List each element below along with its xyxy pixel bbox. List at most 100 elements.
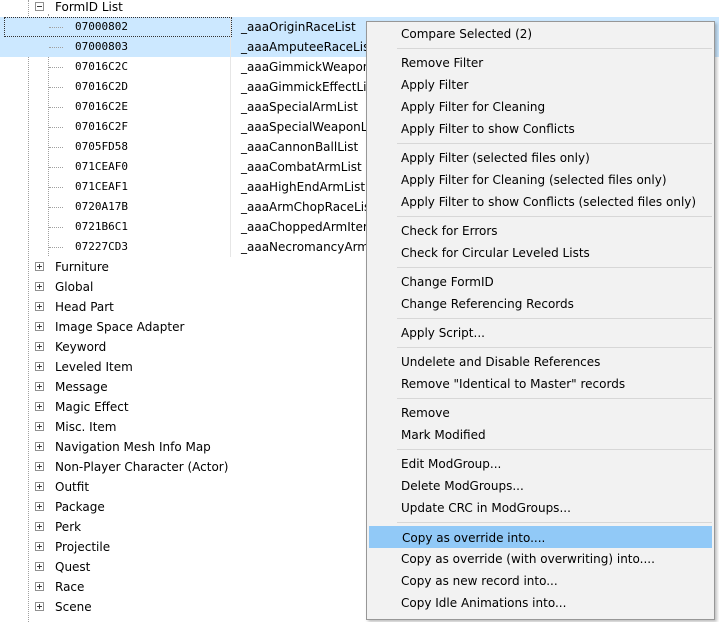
record-editor-id: _aaaGimmickWeaponLis bbox=[241, 60, 387, 74]
expand-icon[interactable] bbox=[35, 422, 44, 431]
tree-node-label: Keyword bbox=[55, 340, 107, 354]
menu-item[interactable]: Apply Filter (selected files only) bbox=[369, 147, 712, 169]
tree-node-label: Non-Player Character (Actor) bbox=[55, 460, 229, 474]
menu-item[interactable]: Update CRC in ModGroups... bbox=[369, 497, 712, 519]
menu-item[interactable]: Delete ModGroups... bbox=[369, 475, 712, 497]
menu-item-label: Apply Script... bbox=[401, 326, 485, 340]
tree-line bbox=[49, 27, 63, 28]
expand-icon[interactable] bbox=[35, 542, 44, 551]
menu-item[interactable]: Copy as override into.... bbox=[369, 526, 712, 548]
expand-icon[interactable] bbox=[35, 322, 44, 331]
menu-item-label: Remove bbox=[401, 406, 450, 420]
expand-icon[interactable] bbox=[35, 302, 44, 311]
column-divider bbox=[230, 97, 231, 117]
tree-node-label: Race bbox=[55, 580, 85, 594]
expand-icon[interactable] bbox=[35, 562, 44, 571]
menu-item[interactable]: Apply Filter bbox=[369, 74, 712, 96]
menu-item[interactable]: Mark Modified bbox=[369, 424, 712, 446]
collapse-icon[interactable] bbox=[35, 2, 44, 11]
expand-icon[interactable] bbox=[35, 362, 44, 371]
menu-item[interactable]: Apply Filter to show Conflicts (selected… bbox=[369, 191, 712, 213]
menu-item[interactable]: Remove Filter bbox=[369, 52, 712, 74]
menu-item-label: Compare Selected (2) bbox=[401, 27, 533, 41]
menu-separator bbox=[397, 347, 712, 348]
menu-item[interactable]: Copy as override (with overwriting) into… bbox=[369, 548, 712, 570]
menu-item[interactable]: Undelete and Disable References bbox=[369, 351, 712, 373]
expand-icon[interactable] bbox=[35, 462, 44, 471]
menu-item[interactable]: Apply Filter to show Conflicts bbox=[369, 118, 712, 140]
expand-icon[interactable] bbox=[35, 442, 44, 451]
expand-icon[interactable] bbox=[35, 522, 44, 531]
record-formid: 07016C2E bbox=[75, 100, 128, 113]
menu-item-label: Undelete and Disable References bbox=[401, 355, 601, 369]
column-divider bbox=[230, 37, 231, 57]
tree-node-label: Package bbox=[55, 500, 105, 514]
menu-item[interactable]: Remove bbox=[369, 402, 712, 424]
tree-node-label: Perk bbox=[55, 520, 82, 534]
column-divider bbox=[230, 77, 231, 97]
record-formid: 07016C2C bbox=[75, 60, 128, 73]
menu-item-label: Update CRC in ModGroups... bbox=[401, 501, 571, 515]
tree-node-formid-list[interactable]: FormID List bbox=[0, 0, 719, 17]
menu-item[interactable]: Change FormID bbox=[369, 271, 712, 293]
menu-item-label: Change Referencing Records bbox=[401, 297, 574, 311]
column-divider bbox=[230, 117, 231, 137]
menu-item-label: Apply Filter for Cleaning (selected file… bbox=[401, 173, 667, 187]
record-editor-id: _aaaChoppedArmItemL bbox=[241, 220, 382, 234]
menu-item[interactable]: Change Referencing Records bbox=[369, 293, 712, 315]
menu-item[interactable]: Edit ModGroup... bbox=[369, 453, 712, 475]
menu-item[interactable]: Copy Idle Animations into... bbox=[369, 592, 712, 614]
menu-item-label: Apply Filter for Cleaning bbox=[401, 100, 546, 114]
expand-icon[interactable] bbox=[35, 502, 44, 511]
menu-item[interactable]: Remove "Identical to Master" records bbox=[369, 373, 712, 395]
menu-item[interactable]: Apply Filter for Cleaning (selected file… bbox=[369, 169, 712, 191]
expand-icon[interactable] bbox=[35, 382, 44, 391]
expand-icon[interactable] bbox=[35, 582, 44, 591]
tree-line bbox=[49, 67, 63, 68]
menu-item[interactable]: Copy as new record into... bbox=[369, 570, 712, 592]
menu-item-label: Copy as override (with overwriting) into… bbox=[401, 552, 655, 566]
tree-line bbox=[49, 207, 63, 208]
record-editor-id: _aaaSpecialArmList bbox=[241, 100, 358, 114]
menu-item-label: Copy as override into.... bbox=[402, 531, 546, 545]
menu-item[interactable]: Check for Errors bbox=[369, 220, 712, 242]
record-editor-id: _aaaAmputeeRaceList bbox=[241, 40, 375, 54]
expand-icon[interactable] bbox=[35, 282, 44, 291]
expand-icon[interactable] bbox=[35, 402, 44, 411]
menu-item-label: Copy as new record into... bbox=[401, 574, 558, 588]
menu-item[interactable]: Check for Circular Leveled Lists bbox=[369, 242, 712, 264]
expand-icon[interactable] bbox=[35, 482, 44, 491]
record-editor-id: _aaaCombatArmList bbox=[241, 160, 362, 174]
tree-node-label: Leveled Item bbox=[55, 360, 133, 374]
column-divider bbox=[230, 57, 231, 77]
record-formid: 07227CD3 bbox=[75, 240, 128, 253]
tree-line bbox=[49, 227, 63, 228]
menu-item-label: Check for Circular Leveled Lists bbox=[401, 246, 590, 260]
menu-separator bbox=[397, 267, 712, 268]
menu-item-label: Mark Modified bbox=[401, 428, 486, 442]
menu-item-label: Remove Filter bbox=[401, 56, 484, 70]
menu-separator bbox=[397, 449, 712, 450]
expand-icon[interactable] bbox=[35, 262, 44, 271]
tree-line bbox=[49, 147, 63, 148]
menu-item[interactable]: Apply Filter for Cleaning bbox=[369, 96, 712, 118]
menu-separator bbox=[397, 522, 712, 523]
tree-line bbox=[49, 107, 63, 108]
record-formid: 0720A17B bbox=[75, 200, 128, 213]
expand-icon[interactable] bbox=[35, 342, 44, 351]
menu-item-label: Apply Filter to show Conflicts (selected… bbox=[401, 195, 697, 209]
menu-item[interactable]: Apply Script... bbox=[369, 322, 712, 344]
menu-item[interactable]: Compare Selected (2) bbox=[369, 23, 712, 45]
expand-icon[interactable] bbox=[35, 602, 44, 611]
record-formid: 071CEAF1 bbox=[75, 180, 128, 193]
menu-separator bbox=[397, 216, 712, 217]
record-formid: 0705FD58 bbox=[75, 140, 128, 153]
record-editor-id: _aaaHighEndArmList bbox=[241, 180, 366, 194]
tree-line bbox=[49, 87, 63, 88]
column-divider bbox=[230, 177, 231, 197]
tree-node-label: Global bbox=[55, 280, 94, 294]
tree-node-label: Outfit bbox=[55, 480, 90, 494]
record-formid: 071CEAF0 bbox=[75, 160, 128, 173]
column-divider bbox=[230, 237, 231, 257]
tree-line bbox=[49, 47, 63, 48]
